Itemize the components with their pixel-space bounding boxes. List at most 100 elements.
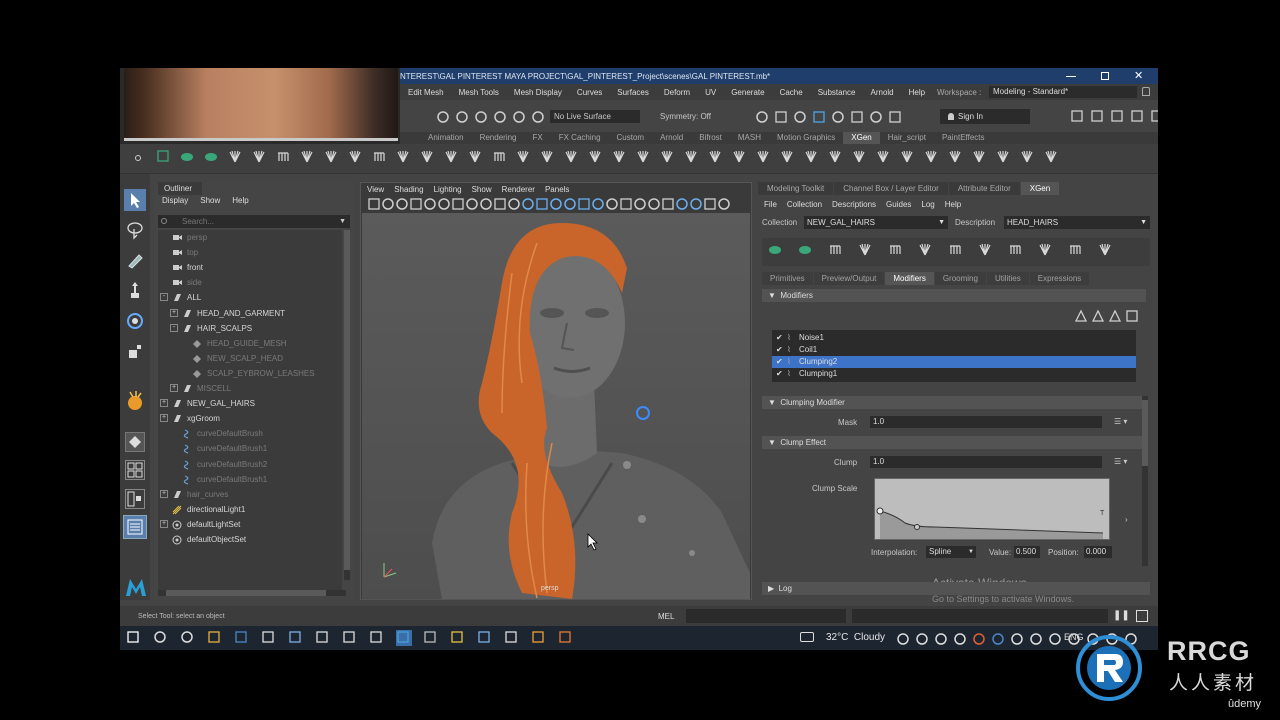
move-tool-button[interactable] (124, 279, 146, 301)
viewport-toolbar-icon[interactable] (689, 197, 702, 210)
viewport-toolbar-icon[interactable] (437, 197, 450, 210)
checkbox-checked-icon[interactable]: ✔ (776, 356, 785, 368)
layout-four-button[interactable] (125, 460, 145, 480)
shelf-tab-arnold[interactable]: Arnold (652, 132, 691, 144)
viewport-menu-panels[interactable]: Panels (545, 185, 569, 194)
xgen-shelf-tool-icon[interactable] (996, 149, 1014, 167)
symmetry-field[interactable]: Symmetry: Off (660, 110, 711, 123)
expand-icon[interactable]: + (160, 489, 168, 498)
menu-item-arnold[interactable]: Arnold (871, 88, 894, 97)
xgen-subtab-modifiers[interactable]: Modifiers (885, 272, 934, 285)
modifier-item[interactable]: ✔ ⌇ Noise1 (772, 332, 1136, 344)
outliner-item[interactable]: top (158, 245, 198, 260)
chevron-up-icon[interactable] (896, 632, 909, 645)
xgen-shelf-tool-icon[interactable] (564, 149, 582, 167)
xgen-guide-tool-icon[interactable] (1068, 242, 1088, 262)
xgen-shelf-tool-icon[interactable] (372, 149, 390, 167)
photos-icon[interactable] (477, 630, 493, 646)
xgen-guide-tool-icon[interactable] (858, 242, 878, 262)
close-button[interactable]: ✕ (1134, 68, 1143, 84)
rotate-tool-button[interactable] (124, 310, 146, 332)
xgen-subtab-expressions[interactable]: Expressions (1029, 272, 1090, 285)
outliner-item[interactable]: side (158, 275, 202, 290)
network-icon[interactable] (1010, 632, 1023, 645)
xgen-guide-tool-icon[interactable] (828, 242, 848, 262)
xgen-shelf-tool-icon[interactable] (156, 149, 174, 167)
menu-item-mesh-tools[interactable]: Mesh Tools (459, 88, 499, 97)
clump-field[interactable]: 1.0 (870, 456, 1102, 468)
xgen-shelf-tool-icon[interactable] (876, 149, 894, 167)
pause-icon[interactable]: ❚❚ (1113, 610, 1130, 621)
outliner-item[interactable]: persp (158, 230, 207, 245)
viewport-toolbar-icon[interactable] (675, 197, 688, 210)
xgen-subtab-grooming[interactable]: Grooming (934, 272, 986, 285)
collapse-icon[interactable]: - (160, 293, 168, 302)
xgen-shelf-tool-icon[interactable] (300, 149, 318, 167)
xgen-shelf-tool-icon[interactable] (852, 149, 870, 167)
position-field[interactable]: 0.000 (1084, 546, 1112, 558)
shelf-tab-bifrost[interactable]: Bifrost (691, 132, 730, 144)
sidebar-icon[interactable] (1110, 109, 1124, 123)
outliner-search-input[interactable]: Search... ▼ (158, 215, 350, 228)
xgen-shelf-tool-icon[interactable] (348, 149, 366, 167)
folder-icon[interactable] (1029, 632, 1042, 645)
outliner-menu-display[interactable]: Display (162, 196, 188, 205)
modifier-item[interactable]: ✔ ⌇ Coil1 (772, 344, 1136, 356)
viewport-toolbar-icon[interactable] (493, 197, 506, 210)
maya-task-icon[interactable] (396, 630, 412, 646)
xgen-guide-tool-icon[interactable] (768, 242, 788, 262)
expand-icon[interactable]: + (160, 414, 168, 423)
viewport-toolbar-icon[interactable] (661, 197, 674, 210)
search-icon[interactable] (153, 630, 169, 646)
viewport-menu-lighting[interactable]: Lighting (434, 185, 462, 194)
workspace-dropdown[interactable]: Modeling - Standard* (989, 86, 1137, 98)
xgen-shelf-tool-icon[interactable] (540, 149, 558, 167)
outliner-item[interactable]: + xgGroom (158, 411, 220, 426)
viewport-menu-view[interactable]: View (367, 185, 384, 194)
xgen-shelf-tool-icon[interactable] (180, 149, 198, 167)
xgen-guide-tool-icon[interactable] (978, 242, 998, 262)
app-icon[interactable] (369, 630, 385, 646)
house-icon[interactable] (1070, 109, 1084, 123)
viewport-toolbar-icon[interactable] (507, 197, 520, 210)
modifier-item[interactable]: ✔ ⌇ Clumping1 (772, 368, 1136, 380)
command-input[interactable] (686, 609, 846, 623)
viewport-toolbar-icon[interactable] (591, 197, 604, 210)
menu-item-substance[interactable]: Substance (818, 88, 856, 97)
viewport-toolbar-icon[interactable] (605, 197, 618, 210)
outliner-menu-show[interactable]: Show (200, 196, 220, 205)
outliner-item[interactable]: + defaultLightSet (158, 517, 240, 532)
outliner-item[interactable]: HEAD_GUIDE_MESH (158, 336, 287, 351)
record-icon[interactable] (869, 110, 883, 124)
outliner-item[interactable]: + MISCELL (158, 381, 231, 396)
obs-icon[interactable] (423, 630, 439, 646)
panel-tab-attribute-editor[interactable]: Attribute Editor (948, 182, 1020, 195)
clump-expression-icon[interactable]: ☰ ▾ (1114, 457, 1127, 466)
shelf-tab-animation[interactable]: Animation (420, 132, 472, 144)
xgen-shelf-tool-icon[interactable] (948, 149, 966, 167)
panel-tab-modeling-toolkit[interactable]: Modeling Toolkit (758, 182, 834, 195)
xgen-shelf-tool-icon[interactable] (708, 149, 726, 167)
render-settings-icon[interactable] (793, 110, 807, 124)
xgen-shelf-tool-icon[interactable] (324, 149, 342, 167)
viewport-canvas[interactable]: persp (362, 213, 750, 599)
magnet-icon[interactable] (436, 110, 450, 124)
weather-text[interactable]: 32°C Cloudy (826, 632, 885, 643)
menu-item-mesh-display[interactable]: Mesh Display (514, 88, 562, 97)
viewport-toolbar-icon[interactable] (535, 197, 548, 210)
snap-grid-icon[interactable] (455, 110, 469, 124)
expand-icon[interactable]: + (160, 519, 168, 528)
xgen-shelf-tool-icon[interactable] (396, 149, 414, 167)
add-modifier-icon[interactable] (1108, 309, 1122, 322)
xgen-shelf-tool-icon[interactable] (492, 149, 510, 167)
menu-item-curves[interactable]: Curves (577, 88, 602, 97)
panel-tab-channel-box-layer-editor[interactable]: Channel Box / Layer Editor (834, 182, 948, 195)
layout-icon[interactable] (1090, 109, 1104, 123)
viewport-toolbar-icon[interactable] (633, 197, 646, 210)
xgen-shelf-tool-icon[interactable] (204, 149, 222, 167)
viewport-toolbar-icon[interactable] (521, 197, 534, 210)
viewport-toolbar-icon[interactable] (395, 197, 408, 210)
xgen-shelf-tool-icon[interactable] (468, 149, 486, 167)
render-frame-icon[interactable] (755, 110, 769, 124)
xgen-shelf-tool-icon[interactable] (276, 149, 294, 167)
